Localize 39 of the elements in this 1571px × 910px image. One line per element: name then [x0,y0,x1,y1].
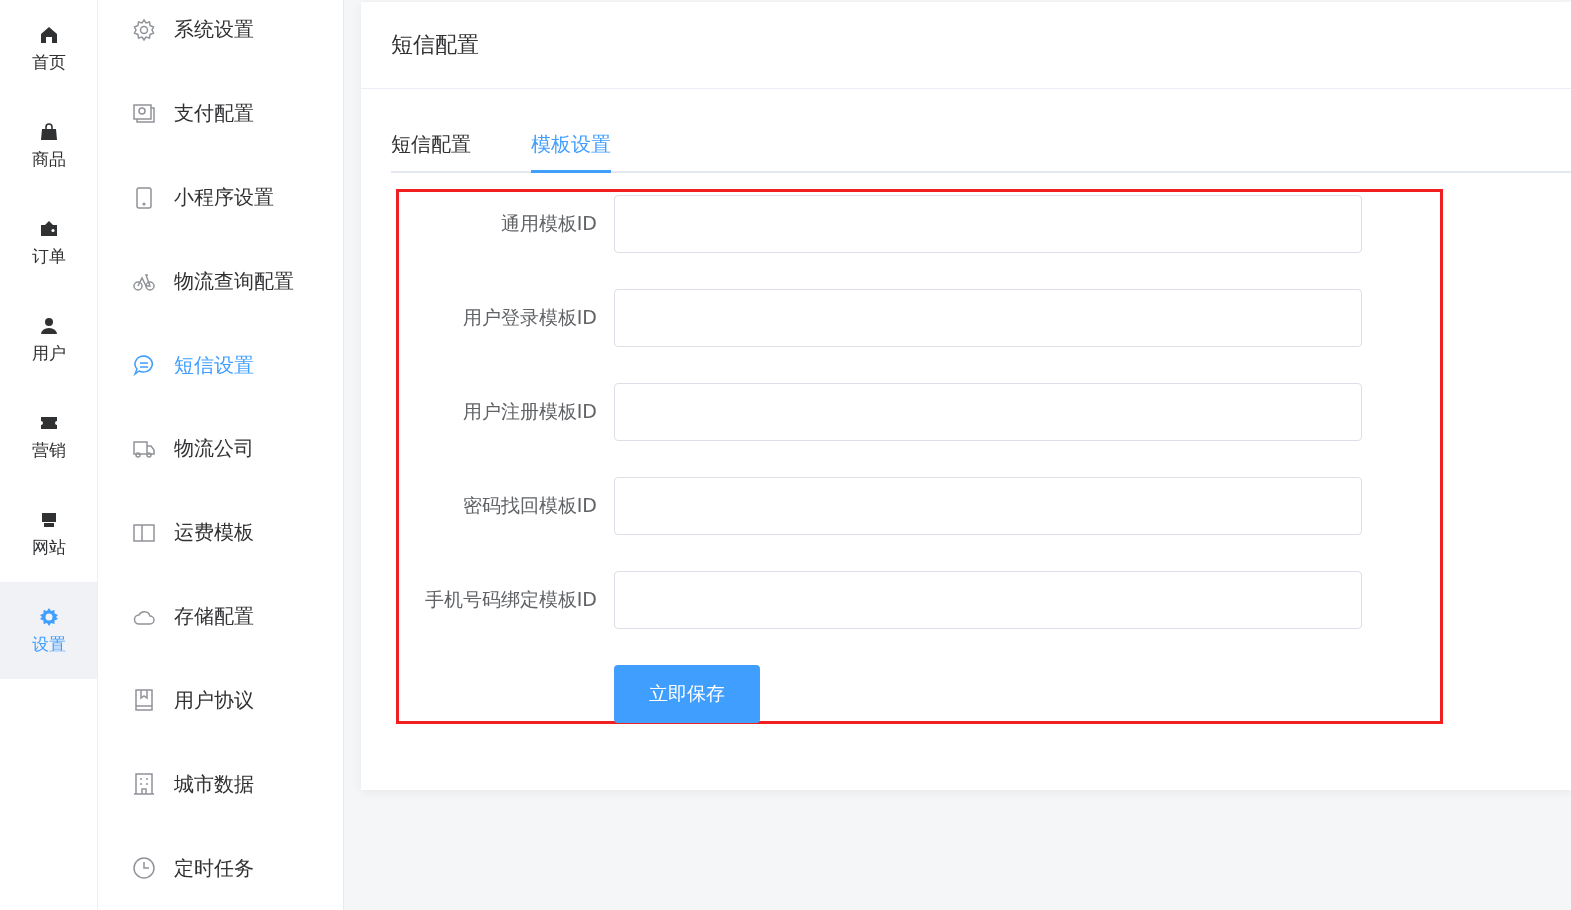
rail-item[interactable]: 商品 [0,97,97,194]
card-title: 短信配置 [391,31,479,59]
menu-item[interactable]: 系统设置 [98,0,343,72]
input-field[interactable] [614,195,1362,253]
input-field[interactable] [614,289,1362,347]
field-label: 用户登录模板ID [461,305,597,330]
menu-item[interactable]: 物流公司 [98,407,343,491]
input-field[interactable] [614,477,1362,535]
field-label: 用户注册模板ID [461,399,597,424]
field-label: 通用模板ID [499,211,597,236]
field-label: 手机号码绑定模板ID [423,587,597,612]
menu-item[interactable]: 存储配置 [98,574,343,659]
menu-item[interactable]: 支付配置 [98,71,343,156]
tab[interactable]: 短信配置 [391,131,471,173]
rail-item[interactable]: 网站 [0,485,97,582]
user-icon [38,316,59,336]
menu-item[interactable]: 城市数据 [98,742,343,827]
gear-icon [38,607,59,627]
building-icon [132,772,156,797]
input-field[interactable] [614,571,1362,629]
home-icon [38,25,59,45]
rail-item[interactable]: 营销 [0,388,97,485]
menu-item[interactable]: 物流查询配置 [98,239,343,324]
gear-icon [132,17,156,42]
rail-item[interactable]: 首页 [0,0,97,97]
menu-item[interactable]: 运费模板 [98,490,343,575]
rail-item[interactable]: 订单 [0,194,97,291]
menu-item[interactable]: 用户协议 [98,658,343,743]
field-label: 密码找回模板ID [461,493,597,518]
bag-icon [38,122,59,142]
clock-icon [132,856,156,881]
rail-item[interactable]: 用户 [0,291,97,388]
menu-item[interactable]: 小程序设置 [98,155,343,240]
wallet-icon [38,219,59,239]
photo-icon [132,101,156,126]
chat-icon [132,353,156,378]
menu-item[interactable]: 定时任务 [98,826,343,910]
input-field[interactable] [614,383,1362,441]
booklet-icon [132,688,156,713]
